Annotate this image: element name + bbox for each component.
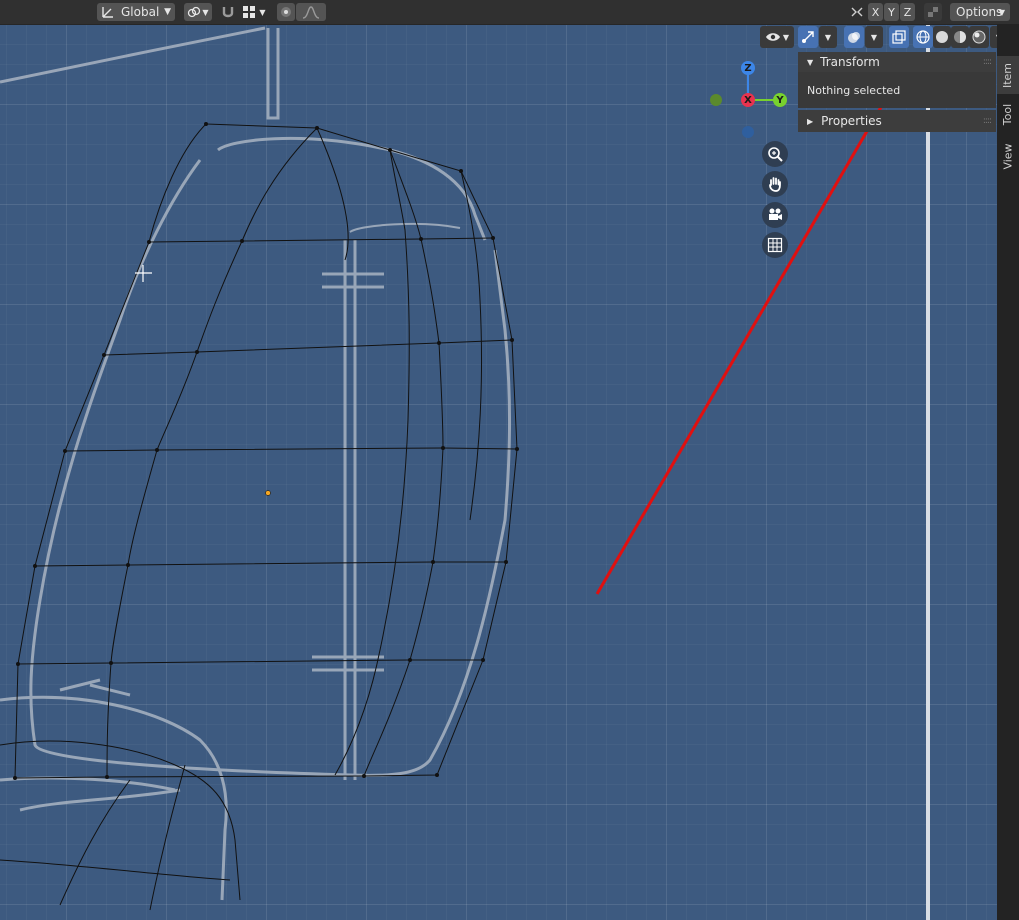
xray-toggle[interactable] [889,26,909,48]
drag-handle-icon[interactable]: :::: [983,57,992,67]
shading-rendered-button[interactable] [969,26,989,48]
snap-element-dropdown[interactable]: ▼ [238,3,270,21]
reference-image [0,26,512,901]
solid-shading-icon [936,31,948,43]
chevron-down-icon: ▼ [164,7,171,17]
tab-tool[interactable]: Tool [997,96,1019,132]
orientation-label: Global [121,5,160,19]
snap-toggle[interactable] [218,3,238,21]
chevron-down-icon: ▼ [824,32,832,42]
mirror-x-toggle[interactable]: X [868,3,883,21]
properties-panel-header[interactable]: ▶ Properties :::: [798,110,996,132]
mirror-toggle[interactable] [848,3,866,21]
gizmo-z-axis[interactable]: Z [741,61,755,75]
gizmo-toggle[interactable] [798,26,818,48]
object-origin [265,490,271,496]
shading-material-button[interactable] [951,26,969,48]
drag-handle-icon[interactable]: :::: [983,116,992,126]
properties-title: Properties [821,114,882,128]
visibility-dropdown[interactable]: ▼ [760,26,794,48]
mirror-z-toggle[interactable]: Z [900,3,915,21]
auto-merge-icon [928,7,938,17]
gizmo-x-axis[interactable]: X [741,93,755,107]
collapsed-triangle-icon: ▶ [807,116,814,126]
sidebar-tabs: Item Tool View [997,24,1019,920]
shading-solid-button[interactable] [933,26,951,48]
falloff-curve-icon [302,6,320,19]
overlay-dropdown[interactable]: ▼ [865,26,883,48]
rendered-shading-icon [972,30,986,44]
expanded-triangle-icon: ▼ [807,57,814,67]
transform-panel-body: Nothing selected [798,72,996,108]
transform-panel-header[interactable]: ▼ Transform :::: [798,52,996,72]
hand-icon [769,177,781,192]
material-shading-icon [954,31,966,43]
gizmo-icon [802,31,814,43]
zoom-icon [768,147,783,162]
wireframe-shading-icon [916,30,930,44]
chevron-down-icon: ▼ [259,7,266,17]
chevron-down-icon: ▼ [202,7,209,17]
options-label: Options [956,5,1003,19]
sidebar-panel: ▼ Transform :::: Nothing selected ▶ Prop… [798,52,996,132]
pan-button[interactable] [762,171,788,197]
shading-wireframe-button[interactable] [913,26,933,48]
mesh-wireframe [0,123,518,911]
viewport-scene [0,24,930,920]
viewport-header: Global ▼ ▼ ▼ X Y Z Options ▼ [0,0,1019,25]
mirror-y-toggle[interactable]: Y [884,3,899,21]
options-dropdown[interactable]: Options ▼ [950,3,1010,21]
transform-orientation-dropdown[interactable]: Global ▼ [97,3,175,21]
auto-merge-toggle[interactable] [924,3,942,21]
3d-cursor [135,265,152,282]
snap-grid-icon [243,6,256,18]
snap-magnet-icon [222,7,234,18]
camera-icon [769,208,782,220]
proportional-falloff-dropdown[interactable] [296,3,326,21]
zoom-button[interactable] [762,141,788,167]
grid-perspective-icon [767,237,783,253]
chevron-down-icon: ▼ [870,32,878,42]
tab-view[interactable]: View [997,136,1019,176]
overlay-toggle[interactable] [844,26,864,48]
link-icon [188,6,201,18]
3d-viewport[interactable]: Z X Y [0,24,997,920]
mirror-icon [851,7,863,17]
chevron-down-icon: ▼ [782,32,790,42]
camera-view-button[interactable] [762,202,788,228]
transform-pivot-dropdown[interactable]: ▼ [184,3,212,21]
perspective-toggle-button[interactable] [762,232,788,258]
eye-icon [765,33,780,41]
xray-icon [892,30,906,44]
transform-title: Transform [820,55,880,69]
chevron-down-icon: ▼ [998,7,1005,17]
nothing-selected-text: Nothing selected [807,83,901,97]
proportional-edit-toggle[interactable] [277,3,295,21]
gizmo-dropdown[interactable]: ▼ [819,26,837,48]
tab-item[interactable]: Item [997,56,1019,94]
overlay-icon [848,32,860,43]
proportional-edit-icon [281,7,291,17]
gizmo-y-axis[interactable]: Y [773,93,787,107]
transform-pivot-icon [102,7,113,18]
